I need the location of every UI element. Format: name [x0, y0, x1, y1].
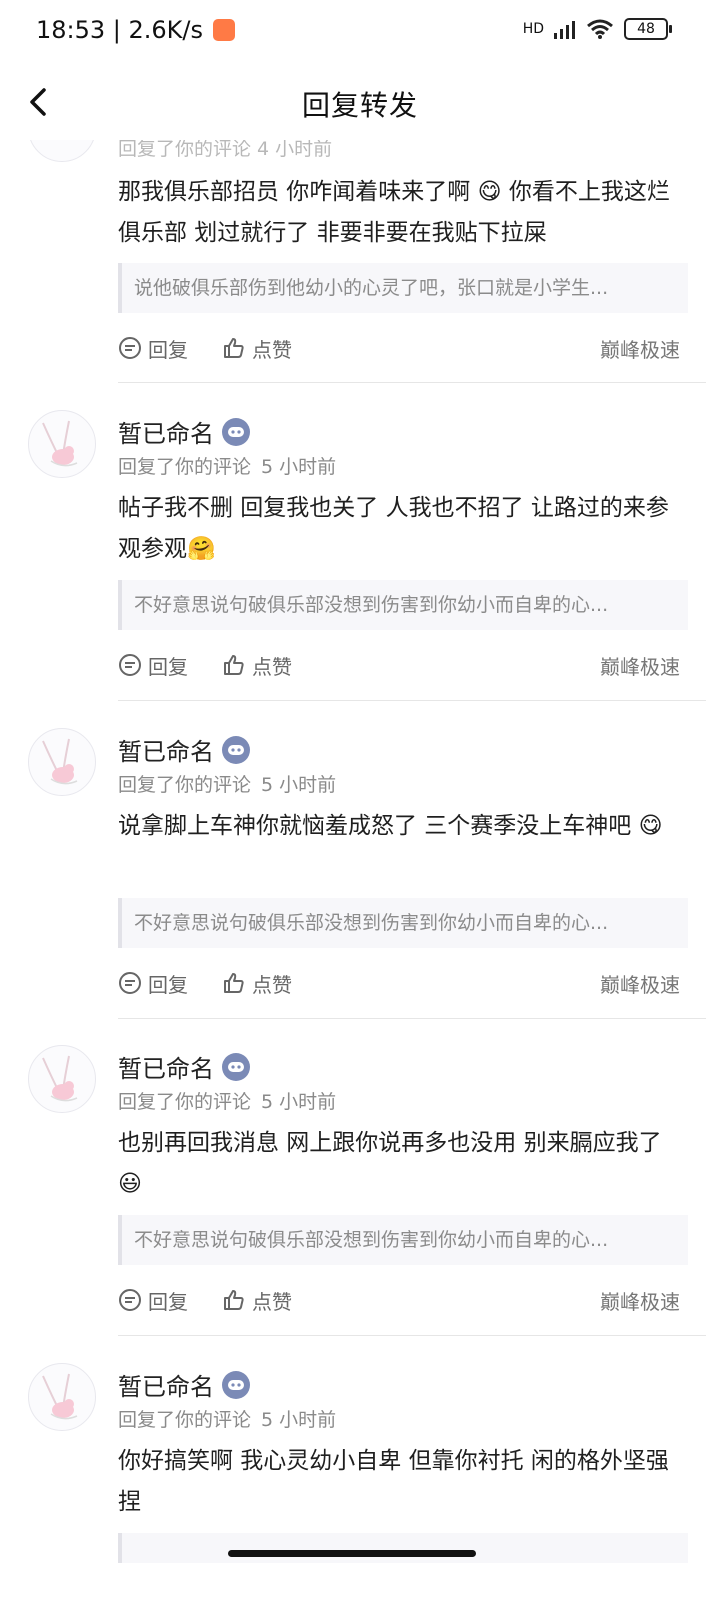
avatar[interactable]: [28, 728, 96, 796]
comment-icon: [119, 972, 141, 994]
reply-feed[interactable]: 回复了你的评论 4 小时前 那我俱乐部招员 你咋闻着味来了啊 😋 你看不上我这烂…: [0, 140, 720, 1600]
avatar-image: [42, 738, 78, 785]
like-button[interactable]: 点赞: [222, 651, 292, 680]
avatar-image: [42, 1373, 78, 1420]
reply-meta: 回复了你的评论 5 小时前: [118, 456, 337, 478]
gamepad-icon: [222, 1370, 250, 1399]
avatar[interactable]: [28, 140, 96, 162]
gamepad-icon: [222, 417, 250, 446]
like-label: 点赞: [252, 654, 292, 679]
gamepad-icon: [222, 735, 250, 764]
status-right: HD 48: [522, 18, 672, 40]
username[interactable]: 暂已命名: [118, 414, 250, 449]
action-row: 回复 点赞 巅峰极速: [118, 330, 680, 366]
thumbs-up-icon: [224, 655, 244, 675]
avatar[interactable]: [28, 410, 96, 478]
comment-text: 那我俱乐部招员 你咋闻着味来了啊 😋 你看不上我这烂俱乐部 划过就行了 非要非要…: [118, 179, 670, 246]
comment-text: 帖子我不删 回复我也关了 人我也不招了 让路过的来参观参观🤗: [118, 495, 669, 562]
comment-icon: [119, 337, 141, 359]
thumbs-up-icon: [224, 973, 244, 993]
gamepad-icon: [222, 1052, 250, 1081]
avatar[interactable]: [28, 1045, 96, 1113]
signal-icon: [554, 21, 575, 39]
battery-icon: 48: [624, 18, 672, 40]
wifi-icon: [587, 19, 613, 39]
nav-bar: 回复转发: [0, 64, 720, 140]
avatar-image: [42, 1055, 78, 1102]
status-bar: 18:53 | 2.6K/s HD 48: [0, 0, 720, 64]
avatar-image: [42, 420, 78, 467]
game-source[interactable]: 巅峰极速: [600, 651, 680, 680]
comment-icon: [119, 654, 141, 676]
action-row: 回复 点赞 巅峰极速: [118, 1282, 680, 1318]
reply-button[interactable]: 回复: [118, 1286, 188, 1315]
divider: [118, 382, 706, 383]
quoted-comment[interactable]: 不好意思说句破俱乐部没想到伤害到你幼小而自卑的心...: [118, 580, 688, 630]
reply-button[interactable]: 回复: [118, 651, 188, 680]
reply-label: 回复: [148, 654, 188, 679]
like-button[interactable]: 点赞: [222, 969, 292, 998]
game-source[interactable]: 巅峰极速: [600, 334, 680, 363]
divider: [118, 1335, 706, 1336]
quoted-comment[interactable]: 不好意思说句破俱乐部没想到伤害到你幼小而自卑的心...: [118, 898, 688, 948]
action-row: 回复 点赞 巅峰极速: [118, 647, 680, 683]
hd-label: HD: [522, 21, 544, 37]
status-time-speed: 18:53 | 2.6K/s: [36, 16, 204, 44]
quoted-comment[interactable]: 不好意思说句破俱乐部没想到伤害到你幼小而自卑的心...: [118, 1215, 688, 1265]
thumbs-up-icon: [224, 338, 244, 358]
reply-meta: 回复了你的评论 5 小时前: [118, 1409, 337, 1431]
quoted-comment[interactable]: 说他破俱乐部伤到他幼小的心灵了吧，张口就是小学生...: [118, 263, 688, 313]
reply-button[interactable]: 回复: [118, 334, 188, 363]
username[interactable]: 暂已命名: [118, 1367, 250, 1402]
page-title: 回复转发: [301, 89, 418, 122]
like-label: 点赞: [252, 972, 292, 997]
reply-label: 回复: [148, 337, 188, 362]
quoted-comment[interactable]: [118, 1533, 688, 1563]
reply-meta: 回复了你的评论 4 小时前: [118, 140, 333, 160]
action-row: 回复 点赞 巅峰极速: [118, 965, 680, 1001]
mi-app-icon: [213, 19, 236, 41]
like-label: 点赞: [252, 337, 292, 362]
like-label: 点赞: [252, 1289, 292, 1314]
comment-text: 你好搞笑啊 我心灵幼小自卑 但靠你衬托 闲的格外坚强捏: [118, 1448, 669, 1515]
battery-level: 48: [637, 21, 655, 37]
divider: [118, 1018, 706, 1019]
like-button[interactable]: 点赞: [222, 1286, 292, 1315]
game-source[interactable]: 巅峰极速: [600, 969, 680, 998]
avatar[interactable]: [28, 1363, 96, 1431]
divider: [118, 700, 706, 701]
home-indicator[interactable]: [228, 1550, 476, 1557]
reply-meta: 回复了你的评论 5 小时前: [118, 1091, 337, 1113]
like-button[interactable]: 点赞: [222, 334, 292, 363]
game-source[interactable]: 巅峰极速: [600, 1286, 680, 1315]
status-left: 18:53 | 2.6K/s: [36, 16, 236, 44]
comment-text: 说拿脚上车神你就恼羞成怒了 三个赛季没上车神吧 😋: [118, 813, 663, 839]
username[interactable]: 暂已命名: [118, 732, 250, 767]
comment-icon: [119, 1289, 141, 1311]
username[interactable]: 暂已命名: [118, 1049, 250, 1084]
reply-meta: 回复了你的评论 5 小时前: [118, 774, 337, 796]
reply-label: 回复: [148, 972, 188, 997]
thumbs-up-icon: [224, 1290, 244, 1310]
comment-text: 也别再回我消息 网上跟你说再多也没用 别来膈应我了 😃: [118, 1130, 662, 1197]
reply-label: 回复: [148, 1289, 188, 1314]
reply-button[interactable]: 回复: [118, 969, 188, 998]
